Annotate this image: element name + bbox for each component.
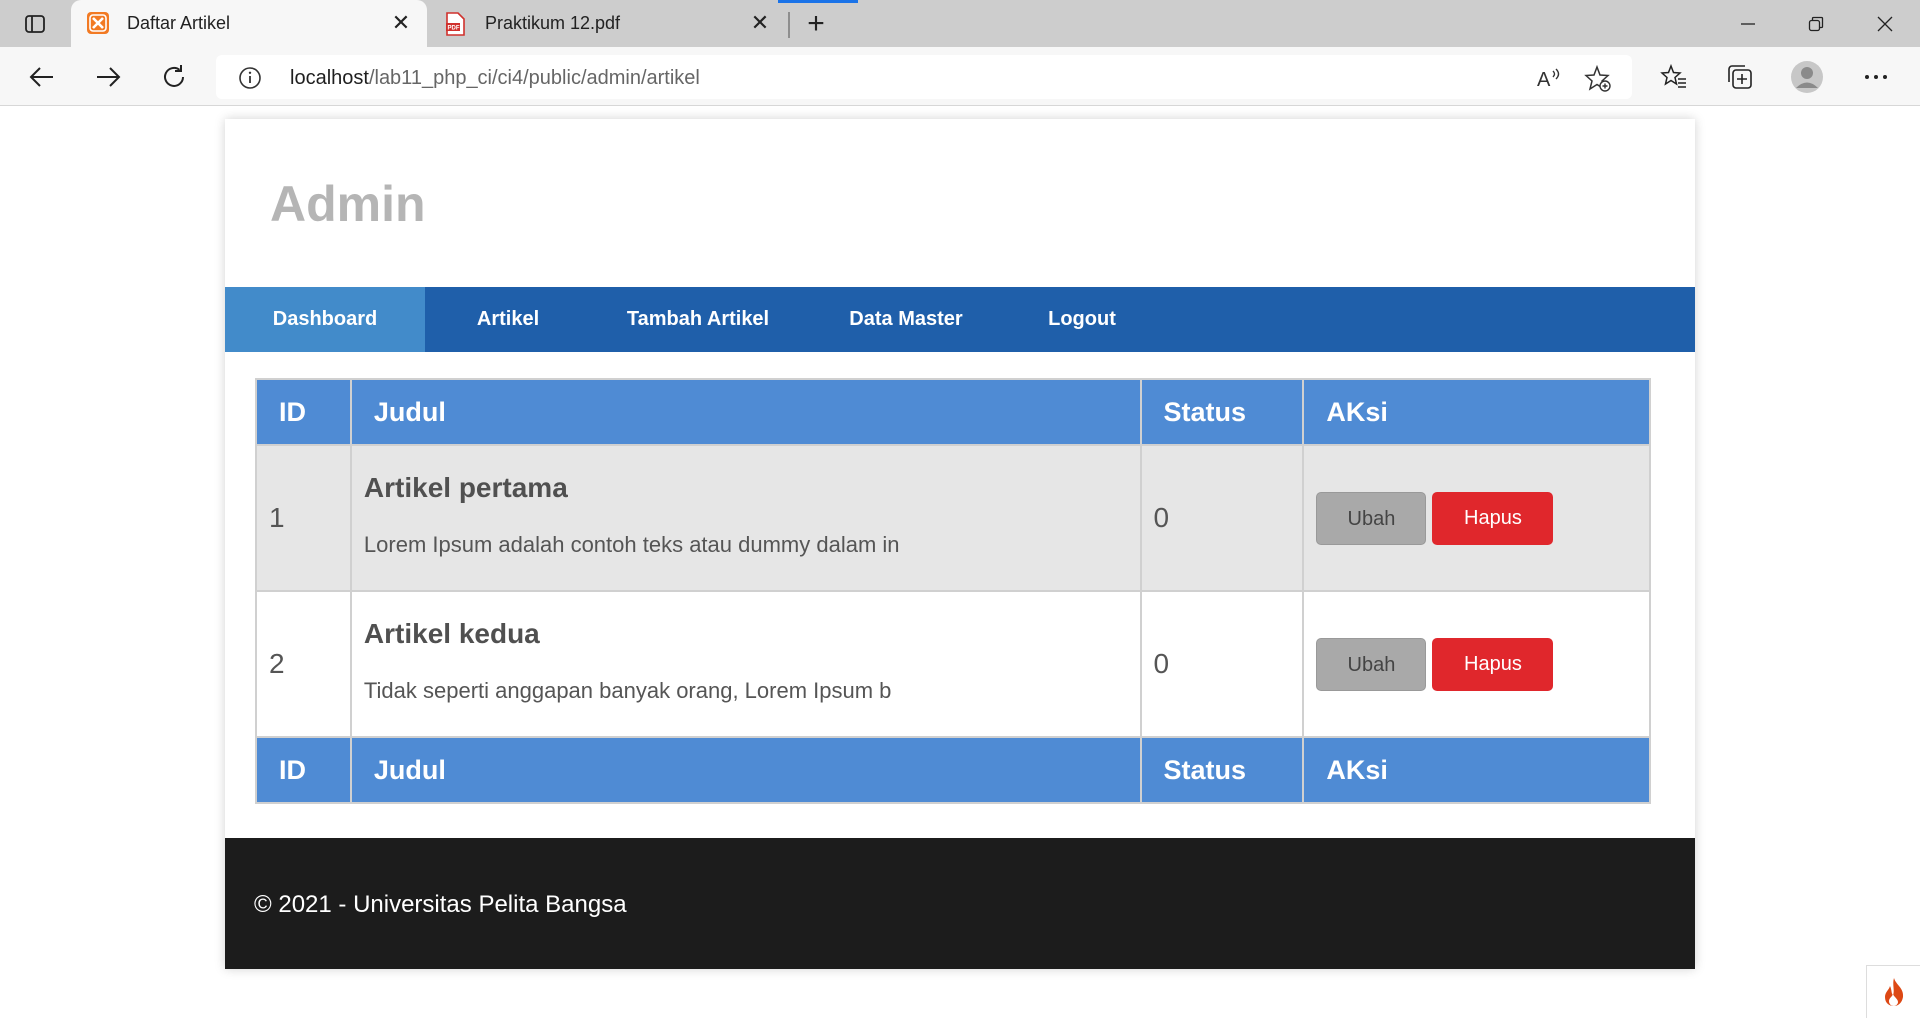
edit-button[interactable]: Ubah <box>1316 637 1427 691</box>
footer-status: Status <box>1139 736 1305 804</box>
delete-button[interactable]: Hapus <box>1432 491 1554 545</box>
address-bar[interactable]: localhost/lab11_php_ci/ci4/public/admin/… <box>216 55 1632 99</box>
minimize-icon <box>1741 22 1755 25</box>
cell-id: 2 <box>255 590 352 738</box>
collections-button[interactable] <box>1722 59 1758 95</box>
info-icon[interactable] <box>238 66 262 90</box>
article-title: Artikel pertama <box>363 472 568 503</box>
flame-icon <box>1884 978 1903 1006</box>
article-title: Artikel kedua <box>363 618 540 649</box>
nav-tambah-artikel[interactable]: Tambah Artikel <box>591 287 805 352</box>
forward-button[interactable] <box>90 59 126 95</box>
xampp-icon <box>87 12 109 34</box>
reload-button[interactable] <box>156 59 192 95</box>
arrow-right-icon <box>97 67 121 87</box>
nav-logout[interactable]: Logout <box>1007 287 1157 352</box>
table-row: 1 Artikel pertama Lorem Ipsum adalah con… <box>255 444 1651 592</box>
footer-aksi: AKsi <box>1302 736 1651 804</box>
tab-actions-button[interactable] <box>14 9 56 39</box>
svg-text:PDF: PDF <box>448 26 460 32</box>
cell-judul: Artikel kedua Tidak seperti anggapan ban… <box>349 590 1142 738</box>
page-viewport: Admin Dashboard Artikel Tambah Artikel D… <box>0 107 1920 1018</box>
cell-aksi: Ubah Hapus <box>1302 444 1651 592</box>
url-host: localhost <box>290 67 369 89</box>
nav-data-master[interactable]: Data Master <box>805 287 1007 352</box>
url-path: /lab11_php_ci/ci4/public/admin/artikel <box>368 67 700 89</box>
cell-status: 0 <box>1139 444 1305 592</box>
article-excerpt: Tidak seperti anggapan banyak orang, Lor… <box>363 678 892 703</box>
favorites-button[interactable] <box>1656 59 1692 95</box>
tab-bar: Daftar Artikel ✕ PDF Praktikum 12.pdf ✕ … <box>0 0 1920 47</box>
restore-icon <box>1808 16 1824 31</box>
header-judul: Judul <box>349 378 1142 446</box>
avatar-icon <box>1791 61 1823 93</box>
page-footer: © 2021 - Universitas Pelita Bangsa <box>225 838 1695 969</box>
reload-icon <box>164 65 184 87</box>
debug-toolbar-button[interactable] <box>1866 965 1920 1018</box>
table-row: 2 Artikel kedua Tidak seperti anggapan b… <box>255 590 1651 738</box>
articles-table: ID Judul Status AKsi 1 Artikel pertama L… <box>255 378 1651 804</box>
cell-aksi: Ubah Hapus <box>1302 590 1651 738</box>
add-favorite-icon[interactable] <box>1584 64 1612 93</box>
collections-icon <box>1728 65 1752 89</box>
tab-separator <box>788 12 790 38</box>
tab-title: Praktikum 12.pdf <box>485 13 621 33</box>
footer-judul: Judul <box>349 736 1142 804</box>
tab-daftar-artikel[interactable]: Daftar Artikel ✕ <box>71 0 427 47</box>
edit-button[interactable]: Ubah <box>1316 491 1427 545</box>
footer-id: ID <box>255 736 352 804</box>
read-aloud-icon[interactable]: A <box>1536 65 1562 91</box>
close-tab-icon[interactable]: ✕ <box>748 10 772 35</box>
table-header-row: ID Judul Status AKsi <box>255 378 1651 446</box>
nav-artikel[interactable]: Artikel <box>425 287 591 352</box>
browser-toolbar: localhost/lab11_php_ci/ci4/public/admin/… <box>0 47 1920 106</box>
restore-button[interactable] <box>1781 0 1851 47</box>
table-footer-row: ID Judul Status AKsi <box>255 736 1651 804</box>
delete-button[interactable]: Hapus <box>1432 637 1554 691</box>
main-nav: Dashboard Artikel Tambah Artikel Data Ma… <box>225 287 1695 352</box>
header-status: Status <box>1139 378 1305 446</box>
favorites-icon <box>1660 63 1686 88</box>
profile-button[interactable] <box>1789 59 1825 95</box>
minimize-button[interactable] <box>1713 0 1783 47</box>
back-button[interactable] <box>24 59 60 95</box>
close-window-button[interactable] <box>1850 0 1920 47</box>
cell-id: 1 <box>255 444 352 592</box>
close-tab-icon[interactable]: ✕ <box>389 10 413 35</box>
header-aksi: AKsi <box>1302 378 1651 446</box>
svg-text:A: A <box>1537 69 1551 91</box>
more-icon <box>1865 75 1887 79</box>
tab-praktikum-pdf[interactable]: PDF Praktikum 12.pdf ✕ <box>430 0 786 47</box>
nav-dashboard[interactable]: Dashboard <box>225 287 425 352</box>
more-options-button[interactable] <box>1858 59 1894 95</box>
page-header: Admin <box>225 119 1695 287</box>
article-excerpt: Lorem Ipsum adalah contoh teks atau dumm… <box>363 532 900 557</box>
page-container: Admin Dashboard Artikel Tambah Artikel D… <box>225 119 1695 969</box>
cell-judul: Artikel pertama Lorem Ipsum adalah conto… <box>349 444 1142 592</box>
pdf-icon: PDF <box>444 12 466 36</box>
header-id: ID <box>255 378 352 446</box>
site-title: Admin <box>270 176 426 232</box>
close-icon <box>1877 16 1893 31</box>
url-text[interactable]: localhost/lab11_php_ci/ci4/public/admin/… <box>290 67 700 90</box>
arrow-left-icon <box>29 67 53 87</box>
new-tab-button[interactable]: + <box>800 7 832 40</box>
copyright-text: © 2021 - Universitas Pelita Bangsa <box>254 891 627 918</box>
tab-actions-icon <box>25 15 45 33</box>
cell-status: 0 <box>1139 590 1305 738</box>
loading-indicator <box>778 0 858 3</box>
tab-title: Daftar Artikel <box>127 13 231 33</box>
